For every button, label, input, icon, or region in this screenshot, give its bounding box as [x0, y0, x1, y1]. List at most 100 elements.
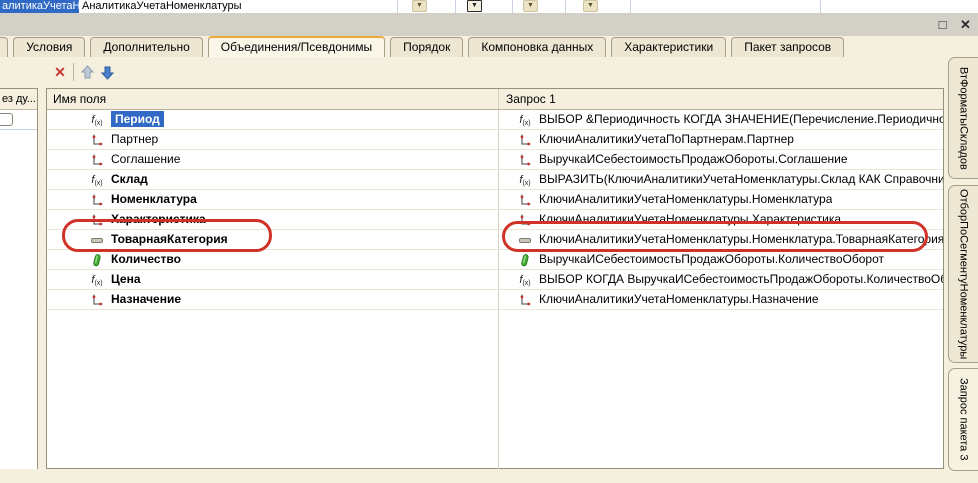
query-icon-slot: [517, 252, 533, 268]
grid-line: [565, 0, 566, 13]
minus-icon: [91, 238, 103, 243]
query-expression-cell[interactable]: ВыручкаИСебестоимостьПродажОбороты.Согла…: [539, 150, 848, 169]
table-row-количество[interactable]: Количество ВыручкаИСебестоимостьПродажОбо…: [47, 250, 943, 270]
tab-poryadok[interactable]: Порядок: [390, 37, 463, 57]
field-icon-slot: f(x): [89, 172, 105, 188]
grid-line: [512, 0, 513, 13]
query-icon-slot: [517, 292, 533, 308]
query-expression-cell[interactable]: КлючиАналитикиУчетаПоПартнерам.Партнер: [539, 130, 794, 149]
down-arrow-icon: [100, 65, 115, 80]
query-expression-cell[interactable]: ВЫРАЗИТЬ(КлючиАналитикиУчетаНоменклатуры…: [539, 170, 943, 189]
field-name-cell[interactable]: Период: [111, 110, 164, 129]
field-name-cell[interactable]: Партнер: [111, 130, 158, 149]
field-name-cell[interactable]: Склад: [111, 170, 148, 189]
query-expression-cell[interactable]: КлючиАналитикиУчетаНоменклатуры.Номенкла…: [539, 230, 943, 249]
query-icon-slot: f(x): [517, 172, 533, 188]
query-list-row[interactable]: [0, 110, 37, 130]
vertical-tab-otborposegmentunomenklatury[interactable]: ОтборПоСегментуНоменклатуры: [948, 185, 978, 363]
field-icon-slot: [89, 132, 105, 148]
maximize-button[interactable]: □: [934, 16, 951, 33]
tab-gruppirovka[interactable]: ка: [0, 37, 8, 57]
dropdown-button-icon[interactable]: ▼: [467, 0, 482, 12]
fields-aliases-table: Имя поля Запрос 1 f(x) Период f(x) ВЫБОР &П…: [46, 88, 944, 469]
resource-icon: [90, 253, 104, 267]
dimension-field-icon: [90, 153, 104, 167]
table-row-соглашение[interactable]: Соглашение ВыручкаИСебестоимостьПродажОбо…: [47, 150, 943, 170]
field-icon-slot: [89, 152, 105, 168]
field-icon-slot: [89, 292, 105, 308]
function-icon: f(x): [91, 174, 102, 187]
query-expression-cell[interactable]: КлючиАналитикиУчетаНоменклатуры.Характер…: [539, 210, 841, 229]
query-icon-slot: [517, 152, 533, 168]
field-icon-slot: [89, 192, 105, 208]
background-selected-cell[interactable]: алитикаУчетаНом...: [0, 0, 79, 13]
move-up-button[interactable]: [77, 62, 97, 82]
field-name-cell[interactable]: Соглашение: [111, 150, 180, 169]
background-value-cell[interactable]: АналитикаУчетаНоменклатуры: [82, 0, 242, 13]
grid-line: [455, 0, 456, 13]
dropdown-button-icon[interactable]: ▼: [583, 0, 598, 12]
table-header: Имя поля Запрос 1: [47, 89, 943, 110]
table-row-товарнаякатегория[interactable]: ТоварнаяКатегория КлючиАналитикиУчетаНоме…: [47, 230, 943, 250]
field-name-cell[interactable]: Назначение: [111, 290, 181, 309]
query-expression-cell[interactable]: ВЫБОР КОГДА ВыручкаИСебестоимостьПродажО…: [539, 270, 943, 289]
queries-list-panel: ез ду...: [0, 88, 38, 469]
query-icon-slot: [517, 192, 533, 208]
dimension-field-icon: [518, 153, 532, 167]
field-name-cell[interactable]: Цена: [111, 270, 141, 289]
dialog-titlebar[interactable]: [0, 13, 978, 36]
tab-obedineniya-psevdonimy[interactable]: Объединения/Псевдонимы: [208, 36, 385, 57]
vertical-tab-label: Запрос пакета 3: [958, 378, 970, 460]
background-grid-row: алитикаУчетаНом... АналитикаУчетаНоменкл…: [0, 0, 978, 13]
close-button[interactable]: ✕: [957, 16, 974, 33]
toolbar-separator: [73, 63, 74, 81]
query-icon-slot: f(x): [517, 112, 533, 128]
field-name-cell[interactable]: Характеристика: [111, 210, 206, 229]
no-duplicates-checkbox[interactable]: [0, 113, 13, 126]
table-row-цена[interactable]: f(x)Ценаf(x)ВЫБОР КОГДА ВыручкаИСебестои…: [47, 270, 943, 290]
tab-paket-zaprosov[interactable]: Пакет запросов: [731, 37, 844, 57]
tab-dopolnitelno[interactable]: Дополнительно: [90, 37, 202, 57]
field-icon-slot: [89, 212, 105, 228]
dropdown-button-icon[interactable]: ▼: [523, 0, 538, 12]
field-name-cell[interactable]: Количество: [111, 250, 181, 269]
table-row-период[interactable]: f(x) Период f(x) ВЫБОР &Периодичность КОГДА…: [47, 110, 943, 130]
column-header-field-name[interactable]: Имя поля: [53, 89, 106, 109]
dimension-field-icon: [90, 193, 104, 207]
column-header-query-1[interactable]: Запрос 1: [506, 89, 556, 109]
query-expression-cell[interactable]: КлючиАналитикиУчетаНоменклатуры.Назначен…: [539, 290, 819, 309]
function-icon: f(x): [91, 114, 102, 127]
delete-button[interactable]: ✕: [50, 62, 70, 82]
field-name-cell[interactable]: ТоварнаяКатегория: [111, 230, 228, 249]
dropdown-button-icon[interactable]: ▼: [412, 0, 427, 12]
query-expression-cell[interactable]: ВыручкаИСебестоимостьПродажОбороты.Колич…: [539, 250, 884, 269]
dimension-field-icon: [518, 213, 532, 227]
dimension-field-icon: [518, 293, 532, 307]
table-row-номенклатура[interactable]: Номенклатура КлючиАналитикиУчетаНоменклат…: [47, 190, 943, 210]
table-row-назначение[interactable]: Назначение КлючиАналитикиУчетаНоменклатур…: [47, 290, 943, 310]
field-name-cell[interactable]: Номенклатура: [111, 190, 197, 209]
queries-list-header: ез ду...: [0, 89, 37, 110]
field-icon-slot: [89, 252, 105, 268]
column-divider: [498, 89, 499, 109]
tab-usloviya[interactable]: Условия: [13, 37, 85, 57]
function-icon: f(x): [519, 174, 530, 187]
query-icon-slot: [517, 212, 533, 228]
table-row-партнер[interactable]: Партнер КлючиАналитикиУчетаПоПартнерам.Па…: [47, 130, 943, 150]
selected-field-name[interactable]: Период: [111, 111, 164, 127]
minus-icon: [519, 238, 531, 243]
grid-line: [820, 0, 821, 13]
move-down-button[interactable]: [97, 62, 117, 82]
query-icon-slot: [517, 232, 533, 248]
query-expression-cell[interactable]: КлючиАналитикиУчетаНоменклатуры.Номенкла…: [539, 190, 832, 209]
query-expression-cell[interactable]: ВЫБОР &Периодичность КОГДА ЗНАЧЕНИЕ(Пере…: [539, 110, 943, 129]
table-row-характеристика[interactable]: Характеристика КлючиАналитикиУчетаНоменкл…: [47, 210, 943, 230]
tab-harakteristiki[interactable]: Характеристики: [611, 37, 726, 57]
table-row-склад[interactable]: f(x) Склад f(x) ВЫРАЗИТЬ(КлючиАналитикиУчет…: [47, 170, 943, 190]
tab-komponovka-dannyh[interactable]: Компоновка данных: [468, 37, 606, 57]
vertical-tab-vtformatyskladov[interactable]: ВтФорматыСкладов: [948, 57, 978, 179]
vertical-tab-zapros-paketa-3[interactable]: Запрос пакета 3: [948, 368, 978, 471]
tab-bar: каУсловияДополнительно Объединения/Псевдо…: [0, 36, 978, 57]
resource-icon: [518, 253, 532, 267]
field-icon-slot: f(x): [89, 112, 105, 128]
